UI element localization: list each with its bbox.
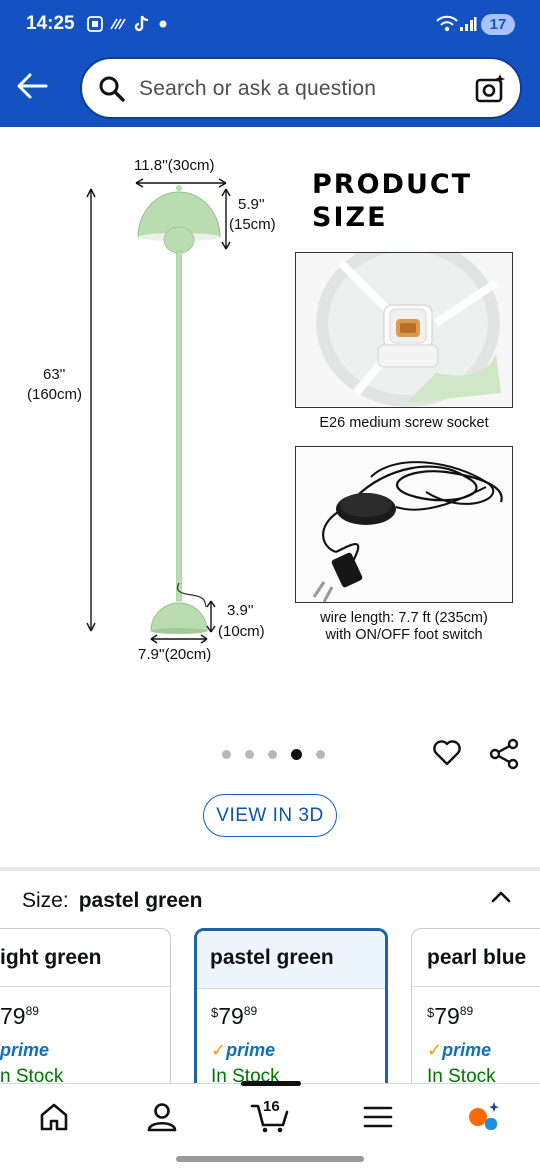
gesture-home-bar[interactable] [176,1156,364,1162]
view-in-3d-button[interactable]: VIEW IN 3D [203,794,337,837]
stock-status: In Stock [427,1066,496,1084]
search-icon [99,76,125,102]
prime-badge: ✓prime [427,1040,491,1061]
prime-badge: prime [0,1040,49,1061]
socket-caption: E26 medium screw socket [319,415,489,431]
socket-photo [295,252,513,408]
wire-caption-line1: wire length: 7.7 ft (235cm) [320,610,488,626]
size-selector-header[interactable]: Size: pastel green [22,889,202,913]
size-options-list: ight green 7989 prime n Stock pastel gre… [0,926,540,1084]
size-option-card[interactable]: ight green 7989 prime n Stock [0,928,171,1084]
active-tab-indicator [241,1081,301,1086]
wire-caption-line2: with ON/OFF foot switch [325,627,483,643]
prime-label: prime [442,1040,492,1060]
size-option-card[interactable]: pearl blue $7989 ✓prime In Stock [411,928,540,1084]
camera-search-icon[interactable] [474,73,506,105]
carousel-dot[interactable] [245,749,254,759]
account-icon[interactable] [145,1100,179,1134]
data-saver-icon [110,14,128,34]
size-option-price: $7989 [211,1003,257,1030]
base-height-label: 3.9'' [227,602,254,619]
prime-badge: ✓prime [211,1040,275,1061]
size-option-name: pearl blue [412,929,540,987]
price-whole: 79 [0,1003,26,1029]
product-size-title-line1: PRODUCT [312,169,473,200]
image-carousel-dots[interactable] [222,748,325,760]
size-option-name: ight green [0,929,170,987]
home-icon[interactable] [37,1100,71,1134]
status-bar: 14:25 17 [0,0,540,52]
price-fraction: 89 [25,1004,39,1018]
share-icon[interactable] [488,738,520,770]
prime-check-icon: ✓ [211,1040,227,1060]
base-width-label: 7.9''(20cm) [138,646,212,663]
carousel-dot[interactable] [316,749,325,759]
search-bar[interactable]: Search or ask a question [80,57,522,119]
size-label: Size: [22,889,69,912]
shade-height-cm-label: (15cm) [229,216,276,233]
size-option-price: $7989 [427,1003,473,1030]
carousel-dot[interactable] [222,749,231,759]
price-fraction: 89 [459,1004,474,1018]
selected-size-value: pastel green [78,889,203,912]
chevron-up-icon[interactable] [489,885,513,909]
section-divider [0,867,540,871]
size-option-name: pastel green [197,931,385,989]
status-time: 14:25 [26,13,75,34]
total-height-label: 63'' [43,366,66,383]
price-whole: 79 [434,1003,460,1029]
base-height-cm-label: (10cm) [218,623,265,640]
price-fraction: 89 [243,1004,258,1018]
shade-height-label: 5.9'' [238,196,265,213]
prime-label: prime [0,1040,50,1060]
stock-status: n Stock [0,1066,64,1084]
screenshot-icon [86,14,104,34]
notification-dot-icon [158,14,168,34]
wire-photo [295,446,513,603]
menu-icon[interactable] [361,1100,395,1134]
back-arrow-icon[interactable] [16,72,48,100]
wifi-icon [434,14,460,34]
product-size-title-line2: SIZE [312,202,388,233]
signal-icon [459,14,477,34]
product-size-title: PRODUCT SIZE [312,168,472,234]
total-height-cm-label: (160cm) [27,386,83,403]
tiktok-icon [133,14,151,34]
cart-count-badge: 16 [263,1098,280,1115]
price-whole: 79 [218,1003,244,1029]
size-option-price: 7989 [0,1003,39,1030]
size-option-card-selected[interactable]: pastel green $7989 ✓prime In Stock [194,928,388,1084]
prime-check-icon: ✓ [427,1040,443,1060]
prime-label: prime [226,1040,276,1060]
app-header: 14:25 17 Search or ask a question [0,0,540,127]
carousel-dot-active[interactable] [291,748,302,760]
shade-width-label: 11.8''(30cm) [134,157,215,174]
search-input[interactable]: Search or ask a question [139,77,376,101]
carousel-dot[interactable] [268,749,277,759]
battery-indicator: 17 [481,14,515,35]
heart-icon[interactable] [432,738,462,768]
rufus-icon[interactable] [466,1100,500,1134]
